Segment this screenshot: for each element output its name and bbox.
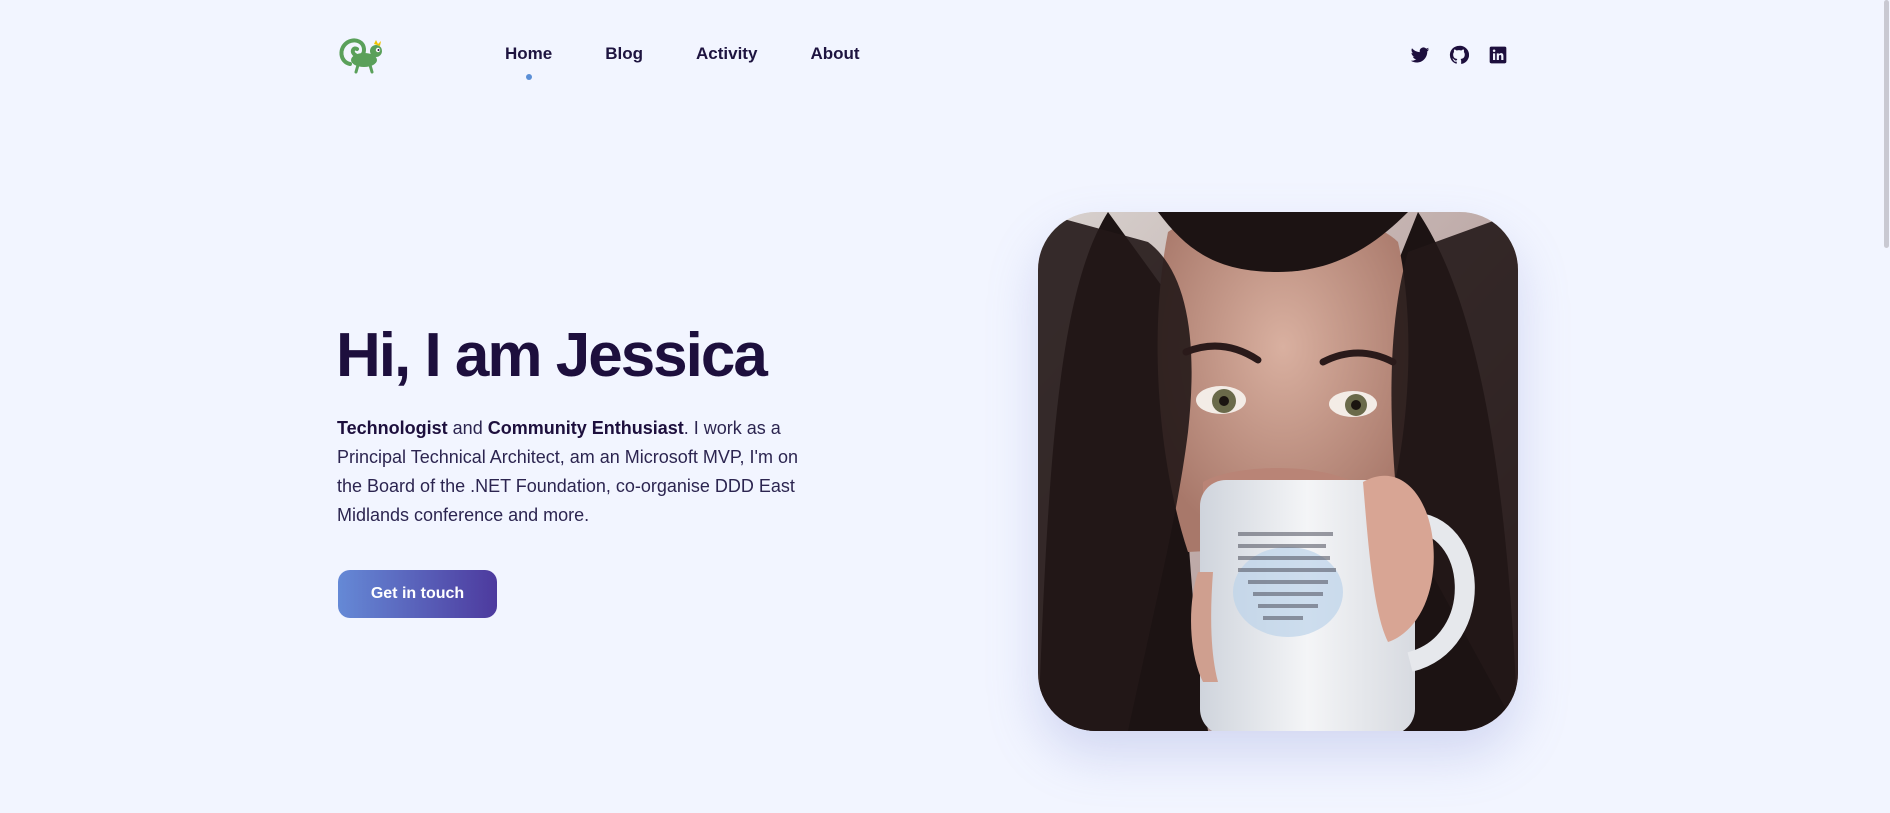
- site-header: Home Blog Activity About: [0, 0, 1890, 110]
- main-nav: Home Blog Activity About: [505, 44, 913, 80]
- get-in-touch-button[interactable]: Get in touch: [338, 570, 497, 618]
- nav-home-label: Home: [505, 44, 553, 63]
- twitter-link[interactable]: [1410, 45, 1430, 65]
- nav-about-label: About: [810, 44, 860, 63]
- intro-bold-technologist: Technologist: [337, 418, 448, 438]
- github-link[interactable]: [1449, 45, 1470, 65]
- hero-title: Hi, I am Jessica: [336, 321, 768, 390]
- linkedin-icon: [1489, 46, 1507, 64]
- social-links: [1410, 45, 1527, 65]
- page-scrollbar[interactable]: [1883, 0, 1890, 813]
- nav-about[interactable]: About: [810, 44, 859, 64]
- nav-blog-label: Blog: [605, 44, 644, 63]
- active-indicator-dot: [525, 74, 532, 80]
- profile-photo: [1038, 212, 1518, 731]
- intro-and: and: [447, 418, 488, 438]
- nav-activity-label: Activity: [696, 44, 758, 63]
- hero-intro: Technologist and Community Enthusiast. I…: [337, 414, 817, 530]
- nav-activity[interactable]: Activity: [696, 44, 757, 64]
- github-icon: [1449, 45, 1470, 64]
- linkedin-link[interactable]: [1488, 45, 1508, 65]
- intro-bold-community: Community Enthusiast: [487, 418, 684, 438]
- scrollbar-thumb[interactable]: [1884, 0, 1889, 248]
- twitter-icon: [1410, 47, 1430, 63]
- chameleon-logo-icon: [339, 38, 382, 74]
- site-logo[interactable]: [336, 34, 384, 74]
- nav-home[interactable]: Home: [505, 44, 553, 80]
- nav-blog[interactable]: Blog: [605, 44, 643, 64]
